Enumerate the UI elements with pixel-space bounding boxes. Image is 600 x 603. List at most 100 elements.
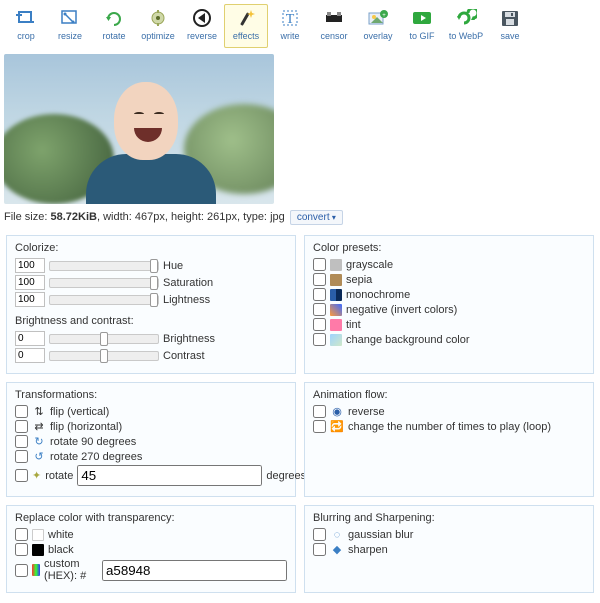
- rotcustom-checkbox[interactable]: [15, 469, 28, 482]
- write-icon: T: [277, 7, 303, 29]
- tool-save[interactable]: save: [488, 4, 532, 48]
- sharp-icon: ◆: [330, 544, 344, 556]
- rotcustom-prefix: rotate: [45, 470, 73, 482]
- light-label: Lightness: [163, 294, 210, 306]
- file-info: File size: 58.72KiB, width: 467px, heigh…: [0, 208, 600, 235]
- tool-write[interactable]: T write: [268, 4, 312, 48]
- type-label: , type:: [237, 211, 270, 223]
- panel-colorize: Colorize: Hue Saturation Lightness Brigh…: [6, 235, 296, 374]
- contrast-input[interactable]: [15, 348, 45, 363]
- tool-reverse[interactable]: reverse: [180, 4, 224, 48]
- preset-checkbox-tint[interactable]: [313, 318, 326, 331]
- hue-label: Hue: [163, 260, 183, 272]
- anim-title: Animation flow:: [313, 389, 585, 401]
- anim-reverse-label: reverse: [348, 406, 385, 418]
- preset-checkbox-grayscale[interactable]: [313, 258, 326, 271]
- panel-anim: Animation flow: ◉reverse 🔁change the num…: [304, 382, 594, 497]
- tool-label: overlay: [363, 31, 392, 41]
- tool-resize[interactable]: resize: [48, 4, 92, 48]
- tool-effects[interactable]: effects: [224, 4, 268, 48]
- tool-label: censor: [320, 31, 347, 41]
- hue-slider[interactable]: [49, 261, 159, 271]
- toolbar: crop resize rotate optimize reverse effe…: [0, 0, 600, 50]
- presets-title: Color presets:: [313, 242, 585, 254]
- tool-label: to WebP: [449, 31, 483, 41]
- bc-title: Brightness and contrast:: [15, 315, 287, 327]
- preset-checkbox-monochrome[interactable]: [313, 288, 326, 301]
- replace-custom-label: custom (HEX): #: [44, 558, 98, 582]
- anim-loop-checkbox[interactable]: [313, 420, 326, 433]
- panel-presets: Color presets: grayscale sepia monochrom…: [304, 235, 594, 374]
- tool-label: to GIF: [409, 31, 434, 41]
- height-value: 261px: [207, 211, 237, 223]
- light-input[interactable]: [15, 292, 45, 307]
- tool-towebp[interactable]: to WebP: [444, 4, 488, 48]
- sharp-checkbox[interactable]: [313, 543, 326, 556]
- preset-label: grayscale: [346, 259, 393, 271]
- sat-input[interactable]: [15, 275, 45, 290]
- panel-transform: Transformations: ⇅flip (vertical) ⇄flip …: [6, 382, 296, 497]
- anim-reverse-checkbox[interactable]: [313, 405, 326, 418]
- tool-togif[interactable]: to GIF: [400, 4, 444, 48]
- preset-checkbox-bgcolor[interactable]: [313, 333, 326, 346]
- rot90-checkbox[interactable]: [15, 435, 28, 448]
- tool-label: reverse: [187, 31, 217, 41]
- contrast-slider[interactable]: [49, 351, 159, 361]
- transform-title: Transformations:: [15, 389, 287, 401]
- tool-overlay[interactable]: + overlay: [356, 4, 400, 48]
- rot270-checkbox[interactable]: [15, 450, 28, 463]
- tool-censor[interactable]: censor: [312, 4, 356, 48]
- rotcustom-suffix: degrees: [266, 470, 306, 482]
- blur-title: Blurring and Sharpening:: [313, 512, 585, 524]
- sat-slider[interactable]: [49, 278, 159, 288]
- fliph-label: flip (horizontal): [50, 421, 122, 433]
- sat-label: Saturation: [163, 277, 213, 289]
- preset-checkbox-negative[interactable]: [313, 303, 326, 316]
- preset-checkbox-sepia[interactable]: [313, 273, 326, 286]
- file-size: 58.72KiB: [50, 211, 96, 223]
- anim-reverse-icon: ◉: [330, 406, 344, 418]
- flipv-checkbox[interactable]: [15, 405, 28, 418]
- hue-input[interactable]: [15, 258, 45, 273]
- tool-label: crop: [17, 31, 35, 41]
- tool-rotate[interactable]: rotate: [92, 4, 136, 48]
- gauss-icon: ◌: [330, 529, 344, 541]
- tool-label: effects: [233, 31, 259, 41]
- preset-label: change background color: [346, 334, 470, 346]
- replace-black-checkbox[interactable]: [15, 543, 28, 556]
- convert-button[interactable]: convert: [290, 210, 343, 225]
- fliph-checkbox[interactable]: [15, 420, 28, 433]
- light-slider[interactable]: [49, 295, 159, 305]
- replace-black-label: black: [48, 544, 74, 556]
- file-size-prefix: File size:: [4, 211, 50, 223]
- width-value: 467px: [135, 211, 165, 223]
- tool-label: write: [280, 31, 299, 41]
- tint-icon: [330, 319, 342, 331]
- brightness-label: Brightness: [163, 333, 215, 345]
- preset-label: tint: [346, 319, 361, 331]
- flipv-label: flip (vertical): [50, 406, 109, 418]
- gauss-checkbox[interactable]: [313, 528, 326, 541]
- replace-custom-checkbox[interactable]: [15, 564, 28, 577]
- towebp-icon: [453, 7, 479, 29]
- bgcolor-icon: [330, 334, 342, 346]
- contrast-label: Contrast: [163, 350, 205, 362]
- preset-label: monochrome: [346, 289, 410, 301]
- rotcustom-input[interactable]: [77, 465, 262, 486]
- tool-optimize[interactable]: optimize: [136, 4, 180, 48]
- censor-icon: [321, 7, 347, 29]
- rot90-icon: ↻: [32, 436, 46, 448]
- sharp-label: sharpen: [348, 544, 388, 556]
- rot270-label: rotate 270 degrees: [50, 451, 142, 463]
- brightness-input[interactable]: [15, 331, 45, 346]
- fliph-icon: ⇄: [32, 421, 46, 433]
- tool-crop[interactable]: crop: [4, 4, 48, 48]
- brightness-slider[interactable]: [49, 334, 159, 344]
- tool-label: resize: [58, 31, 82, 41]
- replace-white-label: white: [48, 529, 74, 541]
- rotate-icon: [101, 7, 127, 29]
- anim-loop-icon: 🔁: [330, 421, 344, 433]
- replace-white-checkbox[interactable]: [15, 528, 28, 541]
- crop-icon: [13, 7, 39, 29]
- replace-custom-input[interactable]: [102, 560, 287, 581]
